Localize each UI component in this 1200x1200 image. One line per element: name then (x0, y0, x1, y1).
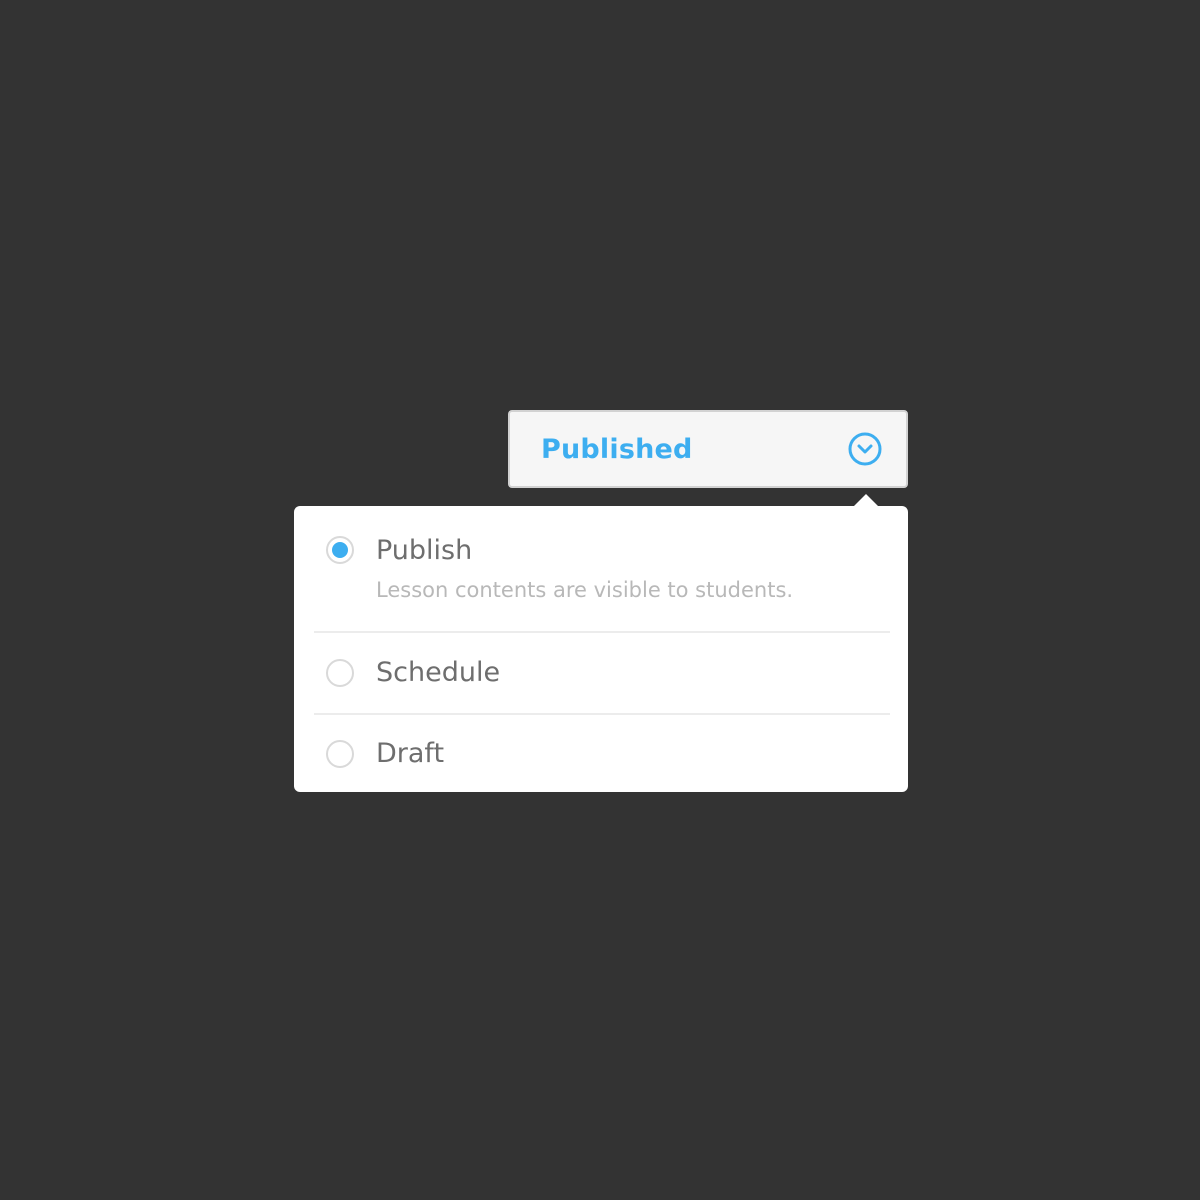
radio-selected-dot (332, 542, 348, 558)
option-publish-label: Publish (376, 535, 473, 566)
chevron-down-icon[interactable] (848, 432, 882, 466)
status-dropdown[interactable]: Published (508, 410, 908, 488)
option-schedule-label: Schedule (376, 657, 501, 688)
option-draft[interactable]: Draft (314, 713, 890, 793)
option-schedule[interactable]: Schedule (314, 631, 890, 713)
status-options-popover: Publish Lesson contents are visible to s… (294, 494, 908, 793)
option-draft-label: Draft (376, 738, 445, 769)
radio-draft[interactable] (326, 740, 354, 768)
popover-caret (854, 494, 878, 506)
status-dropdown-value: Published (541, 433, 693, 465)
option-publish-description: Lesson contents are visible to students. (376, 578, 794, 602)
option-publish[interactable]: Publish Lesson contents are visible to s… (314, 506, 890, 631)
radio-publish[interactable] (326, 536, 354, 564)
radio-schedule[interactable] (326, 659, 354, 687)
